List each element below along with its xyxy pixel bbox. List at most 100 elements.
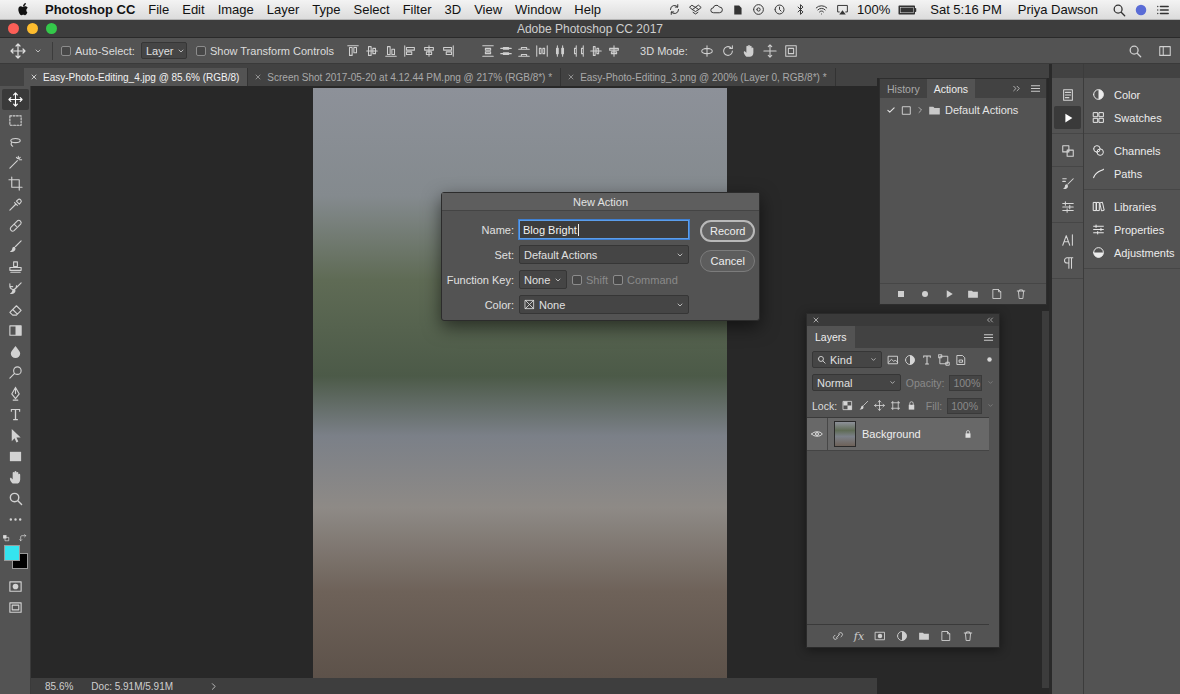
stop-icon[interactable]: [895, 288, 907, 300]
search-icon[interactable]: [1128, 44, 1142, 58]
menu-item[interactable]: Help: [574, 2, 601, 17]
tool-presets-panel-button[interactable]: [1054, 172, 1081, 195]
panel-menu-icon[interactable]: [983, 332, 994, 343]
move-tool[interactable]: [2, 89, 29, 110]
close-tab-icon[interactable]: [30, 73, 38, 81]
3d-scale-icon[interactable]: [784, 44, 798, 58]
delete-icon[interactable]: [1015, 288, 1027, 300]
status-menu-icon[interactable]: [209, 682, 218, 691]
record-icon[interactable]: [919, 288, 931, 300]
link-layers-icon[interactable]: [832, 630, 844, 642]
wifi-icon[interactable]: [815, 3, 828, 16]
transform-controls-checkbox[interactable]: Show Transform Controls: [196, 45, 334, 57]
menu-item[interactable]: View: [474, 2, 502, 17]
creative-cloud-icon[interactable]: [710, 3, 723, 16]
collapse-icon[interactable]: [1012, 84, 1021, 93]
user-name[interactable]: Priya Dawson: [1018, 2, 1098, 17]
align-icon[interactable]: [441, 44, 455, 58]
blur-tool[interactable]: [2, 341, 29, 362]
close-tab-icon[interactable]: [254, 73, 262, 81]
workspace-icon[interactable]: [1158, 44, 1172, 58]
panel-tab[interactable]: History: [880, 79, 927, 98]
gradient-tool[interactable]: [2, 320, 29, 341]
panel-button[interactable]: Color: [1084, 83, 1180, 106]
eraser-tool[interactable]: [2, 299, 29, 320]
3d-roll-icon[interactable]: [721, 44, 735, 58]
auto-select-target-dropdown[interactable]: Layer: [141, 42, 187, 59]
checkbox[interactable]: [61, 46, 71, 56]
distribute-icon[interactable]: [589, 44, 603, 58]
magic-wand-tool[interactable]: [2, 152, 29, 173]
new-action-icon[interactable]: [991, 288, 1003, 300]
layer-name[interactable]: Background: [862, 428, 921, 440]
clone-source-panel-button[interactable]: [1054, 139, 1081, 162]
adjustment-filter-icon[interactable]: [904, 354, 916, 366]
dialog-button[interactable]: Record: [700, 220, 755, 242]
menu-item[interactable]: Select: [353, 2, 389, 17]
clone-stamp-tool[interactable]: [2, 257, 29, 278]
pixel-filter-icon[interactable]: [887, 354, 899, 366]
panel-button[interactable]: Properties: [1084, 218, 1180, 241]
lock-position-icon[interactable]: [874, 400, 885, 411]
lasso-tool[interactable]: [2, 131, 29, 152]
foreground-color[interactable]: [4, 545, 20, 561]
opacity-field[interactable]: 100%: [949, 375, 982, 391]
spotlight-icon[interactable]: [1112, 3, 1126, 17]
paragraph-panel-button[interactable]: [1054, 251, 1081, 274]
bluetooth-icon[interactable]: [794, 3, 807, 16]
align-icon[interactable]: [422, 44, 436, 58]
scrollbar[interactable]: [1042, 311, 1049, 688]
action-set-row[interactable]: Default Actions: [880, 100, 1046, 120]
new-layer-icon[interactable]: [940, 630, 952, 642]
more-tools-tool[interactable]: [2, 509, 29, 530]
delete-layer-icon[interactable]: [962, 630, 974, 642]
photo[interactable]: [313, 88, 727, 678]
menu-item[interactable]: Layer: [267, 2, 300, 17]
panel-button[interactable]: Libraries: [1084, 195, 1180, 218]
document-tab[interactable]: Easy-Photo-Editing_4.jpg @ 85.6% (RGB/8): [24, 68, 248, 86]
brush-tool[interactable]: [2, 236, 29, 257]
collapse-icon[interactable]: [986, 316, 994, 324]
lock-all-icon[interactable]: [906, 400, 917, 411]
expand-icon[interactable]: [916, 106, 924, 114]
history-brush-tool[interactable]: [2, 278, 29, 299]
marquee-tool[interactable]: [2, 110, 29, 131]
distribute-icon[interactable]: [571, 44, 585, 58]
layer-row[interactable]: Background: [807, 418, 989, 451]
align-icon[interactable]: [384, 44, 398, 58]
menu-item[interactable]: Filter: [403, 2, 432, 17]
menu-item[interactable]: 3D: [445, 2, 462, 17]
panel-button[interactable]: Adjustments: [1084, 241, 1180, 264]
chrome-icon[interactable]: [752, 3, 765, 16]
zoom-tool[interactable]: [2, 488, 29, 509]
time-machine-icon[interactable]: [773, 3, 786, 16]
panel-tab[interactable]: Layers: [807, 326, 855, 348]
document-tab[interactable]: Easy-Photo-Editing_3.png @ 200% (Layer 0…: [561, 68, 835, 86]
auto-select-checkbox[interactable]: Auto-Select:: [61, 45, 135, 57]
distribute-icon[interactable]: [553, 44, 567, 58]
menu-item[interactable]: Edit: [182, 2, 204, 17]
panel-menu-icon[interactable]: [1030, 83, 1041, 94]
align-icon[interactable]: [346, 44, 360, 58]
menu-item[interactable]: File: [148, 2, 169, 17]
panel-tab[interactable]: Actions: [927, 79, 975, 98]
path-selection-tool[interactable]: [2, 425, 29, 446]
visibility-toggle[interactable]: [807, 418, 828, 450]
distribute-icon[interactable]: [607, 44, 621, 58]
distribute-icon[interactable]: [481, 44, 495, 58]
dodge-tool[interactable]: [2, 362, 29, 383]
evernote-icon[interactable]: [731, 3, 744, 16]
quick-mask-tool[interactable]: [2, 576, 29, 597]
tool-preset-picker[interactable]: [10, 43, 42, 59]
dialog-toggle-icon[interactable]: [901, 105, 912, 116]
align-icon[interactable]: [365, 44, 379, 58]
shape-filter-icon[interactable]: [938, 354, 950, 366]
siri-icon[interactable]: [1134, 3, 1148, 17]
set-dropdown[interactable]: Default Actions: [519, 245, 689, 264]
panel-titlebar[interactable]: [807, 314, 999, 326]
new-adjustment-icon[interactable]: [896, 630, 908, 642]
add-mask-icon[interactable]: [874, 630, 886, 642]
color-dropdown[interactable]: None: [519, 295, 689, 314]
menu-item[interactable]: Type: [312, 2, 340, 17]
lock-transparent-icon[interactable]: [842, 400, 853, 411]
